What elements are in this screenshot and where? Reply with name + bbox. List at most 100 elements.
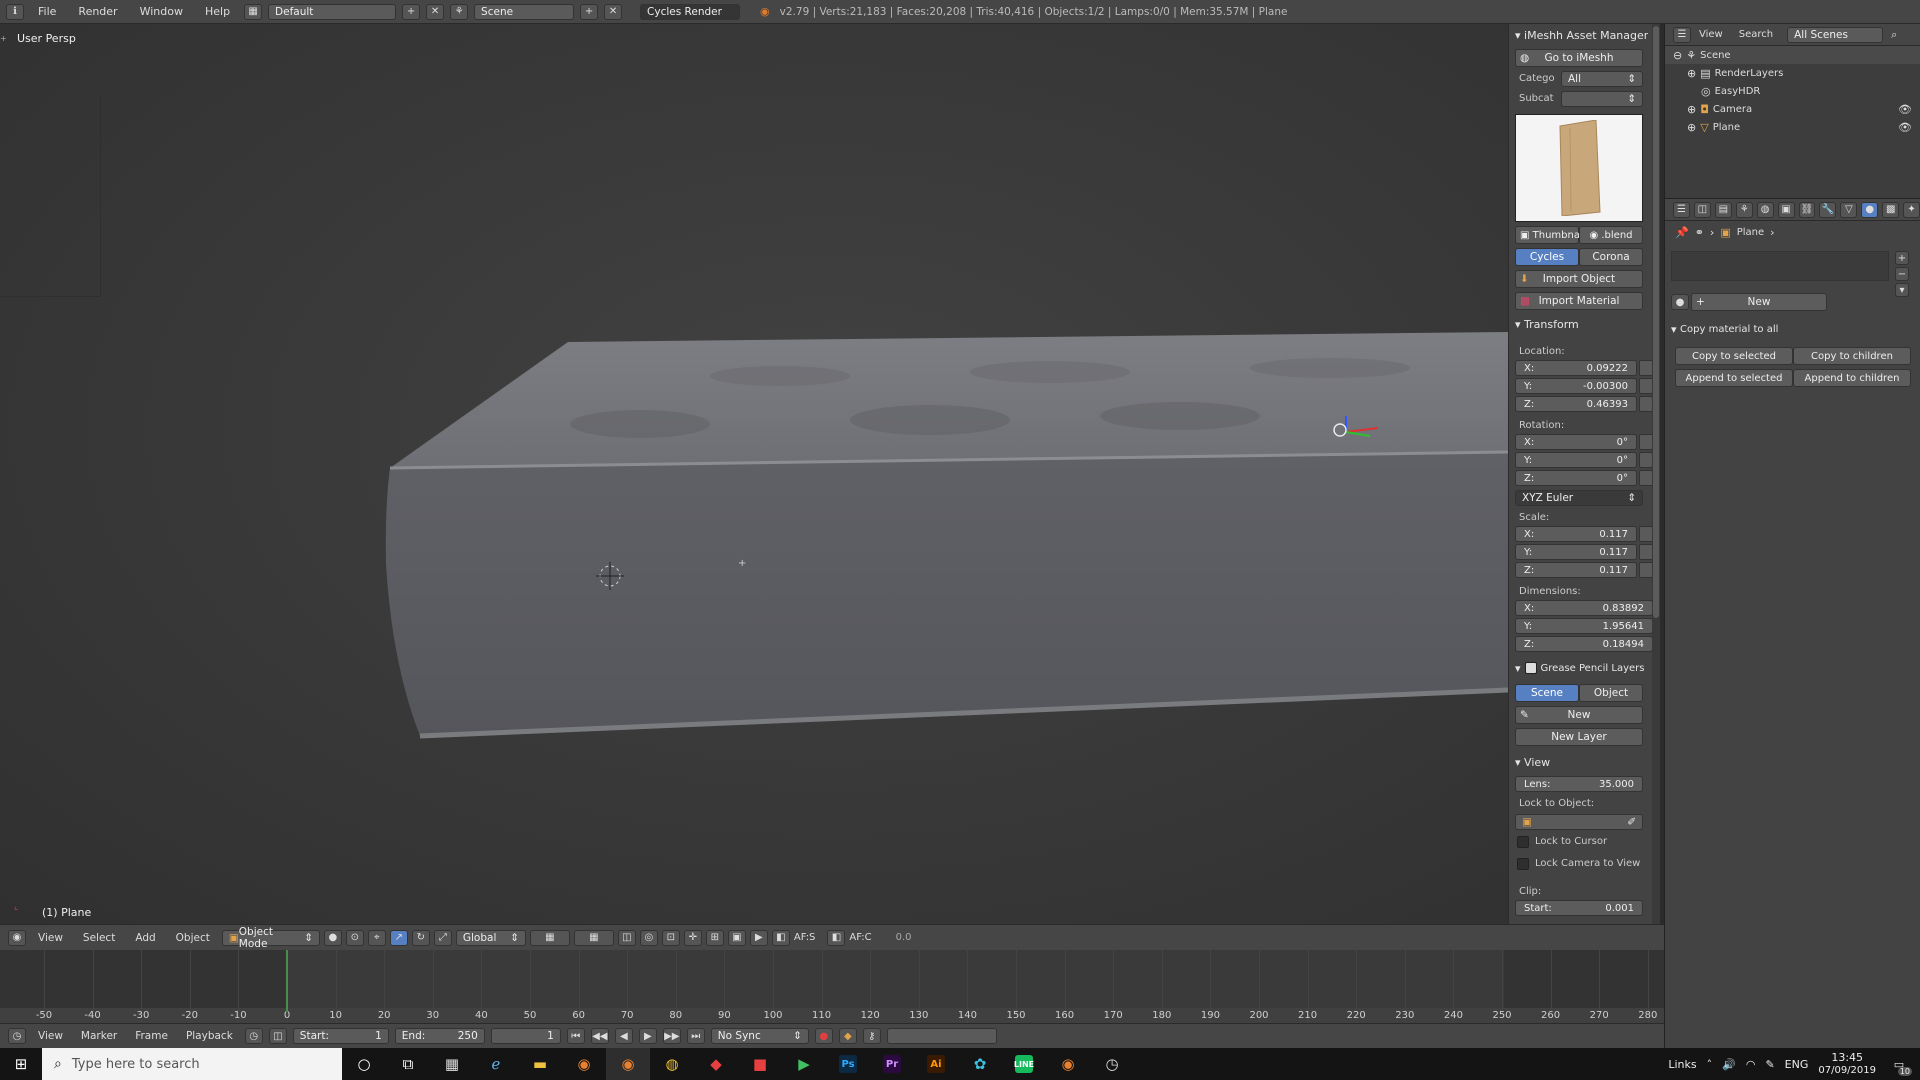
lock-icon[interactable]: [1639, 470, 1653, 486]
pivot-point-icon[interactable]: ⊙: [345, 929, 364, 946]
record-icon[interactable]: ●: [814, 1028, 833, 1044]
properties-editor-icon[interactable]: ☰: [1673, 201, 1690, 218]
calculator-icon[interactable]: ▦: [430, 1048, 474, 1080]
grease-new-button[interactable]: ✎ New: [1515, 706, 1643, 724]
grease-pencil-panel-header[interactable]: ▾ Grease Pencil Layers: [1509, 658, 1653, 678]
layer-lock-icon[interactable]: ◫: [617, 929, 636, 946]
copy-to-children-button[interactable]: Copy to children: [1793, 347, 1911, 365]
opengl-render-icon[interactable]: ▣: [727, 929, 746, 946]
lock-icon[interactable]: [1639, 562, 1653, 578]
current-frame-field[interactable]: 1: [490, 1028, 561, 1044]
blender-second-icon[interactable]: ◉: [1046, 1048, 1090, 1080]
play-reverse-icon[interactable]: ◀: [614, 1028, 633, 1044]
clip-start-field[interactable]: Start: 0.001: [1515, 900, 1643, 916]
remove-slot-icon[interactable]: −: [1895, 267, 1909, 281]
end-frame-field[interactable]: End: 250: [394, 1028, 485, 1044]
language-indicator[interactable]: ENG: [1785, 1058, 1809, 1071]
location-y-field[interactable]: Y: -0.00300: [1515, 378, 1637, 394]
side-panel-scrollbar[interactable]: [1652, 24, 1660, 924]
material-tab-icon[interactable]: ●: [1861, 201, 1879, 218]
transform-orientation-select[interactable]: Global ⇕: [455, 929, 526, 946]
media-player-icon[interactable]: ▶: [782, 1048, 826, 1080]
timeline-menu-marker[interactable]: Marker: [75, 1030, 123, 1042]
jump-end-icon[interactable]: ⏭: [686, 1028, 705, 1044]
cortana-icon[interactable]: ○: [342, 1048, 386, 1080]
blender-app-icon[interactable]: ◉: [562, 1048, 606, 1080]
timeline-menu-playback[interactable]: Playback: [180, 1030, 239, 1042]
outliner-item-camera[interactable]: ⊕ ◘ Camera 👁: [1665, 100, 1920, 118]
network-icon[interactable]: ◠: [1746, 1058, 1756, 1071]
visibility-eye-icon[interactable]: 👁: [1898, 121, 1912, 134]
layers-tab-icon[interactable]: ▤: [1714, 201, 1732, 218]
app-record-icon[interactable]: ■: [738, 1048, 782, 1080]
info-editor-icon[interactable]: ℹ: [6, 3, 24, 20]
cycles-tab[interactable]: Cycles: [1515, 248, 1579, 266]
manipulator-toggle-icon[interactable]: ⌖: [367, 929, 386, 946]
lock-icon[interactable]: [1639, 434, 1653, 450]
screen-layout-field[interactable]: Default: [268, 3, 397, 20]
outliner-display-select[interactable]: All Scenes: [1787, 26, 1884, 43]
keying-set-icon[interactable]: ◆: [838, 1028, 857, 1044]
menu-file[interactable]: File: [30, 5, 64, 18]
lock-camera-checkbox[interactable]: [1517, 858, 1529, 870]
sync-mode-select[interactable]: No Sync ⇕: [710, 1028, 809, 1044]
grease-scene-tab[interactable]: Scene: [1515, 684, 1579, 702]
layers-grid-icon[interactable]: ▦: [529, 929, 570, 946]
pin-icon[interactable]: 📌: [1675, 226, 1689, 239]
app-colorful-icon[interactable]: ✿: [958, 1048, 1002, 1080]
jump-start-icon[interactable]: ⏮: [566, 1028, 585, 1044]
playhead[interactable]: [286, 950, 288, 1012]
subcategory-select[interactable]: ⇕: [1561, 91, 1643, 107]
app-clock-icon[interactable]: ◷: [1090, 1048, 1134, 1080]
lock-icon[interactable]: [1639, 378, 1653, 394]
blend-button[interactable]: ◉ .blend: [1579, 226, 1643, 244]
volume-icon[interactable]: 🔊: [1722, 1058, 1736, 1071]
menu-render[interactable]: Render: [70, 5, 125, 18]
render-tab-icon[interactable]: ◫: [1693, 201, 1711, 218]
menu-window[interactable]: Window: [132, 5, 191, 18]
render-engine-select[interactable]: Cycles Render: [640, 3, 741, 20]
menu-add[interactable]: Add: [127, 932, 163, 944]
lock-cursor-checkbox[interactable]: [1517, 836, 1529, 848]
import-material-button[interactable]: ▩ Import Material: [1515, 292, 1643, 310]
start-frame-field[interactable]: Start: 1: [292, 1028, 389, 1044]
data-tab-icon[interactable]: ▽: [1840, 201, 1858, 218]
outliner-search-menu[interactable]: Search: [1739, 29, 1773, 40]
translate-manipulator-icon[interactable]: ↗: [389, 929, 408, 946]
goto-imeshh-button[interactable]: ◍ Go to iMeshh: [1515, 49, 1643, 67]
interaction-mode-select[interactable]: ▣ Object Mode ⇕: [221, 926, 320, 950]
menu-help[interactable]: Help: [197, 5, 238, 18]
imeshh-panel-header[interactable]: ▾ iMeshh Asset Manager: [1509, 24, 1652, 46]
lock-icon[interactable]: [1639, 396, 1653, 412]
notification-center-icon[interactable]: ▭ 10: [1886, 1052, 1912, 1076]
photoshop-icon[interactable]: Ps: [826, 1048, 870, 1080]
illustrator-icon[interactable]: Ai: [914, 1048, 958, 1080]
outliner-view-menu[interactable]: View: [1699, 29, 1723, 40]
line-app-icon[interactable]: LINE: [1002, 1048, 1046, 1080]
menu-view[interactable]: View: [30, 932, 71, 944]
rotation-mode-select[interactable]: XYZ Euler ⇕: [1515, 490, 1643, 506]
expand-icon[interactable]: ⊕: [1687, 103, 1696, 116]
task-view-icon[interactable]: ⧉: [386, 1048, 430, 1080]
taskbar-search-box[interactable]: ⌕ Type here to search: [42, 1048, 342, 1080]
prev-keyframe-icon[interactable]: ◀◀: [590, 1028, 609, 1044]
blender-active-icon[interactable]: ◉: [606, 1048, 650, 1080]
af-start-label[interactable]: AF:S: [794, 932, 816, 943]
keying-set-field[interactable]: [886, 1028, 997, 1044]
expand-icon[interactable]: ⊕: [1687, 67, 1696, 80]
expand-icon[interactable]: ⊖: [1673, 49, 1682, 62]
copy-to-selected-button[interactable]: Copy to selected: [1675, 347, 1793, 365]
outliner-item-easyhdr[interactable]: ◎ EasyHDR: [1665, 82, 1920, 100]
layers-grid-icon[interactable]: ▦: [573, 929, 614, 946]
snap-element-icon[interactable]: ✛: [683, 929, 702, 946]
timeline-editor-icon[interactable]: ◷: [8, 1028, 26, 1044]
material-new-button[interactable]: + New: [1691, 293, 1827, 311]
search-icon[interactable]: ⌕: [1891, 28, 1897, 42]
visibility-eye-icon[interactable]: 👁: [1898, 103, 1912, 116]
lens-field[interactable]: Lens: 35.000: [1515, 776, 1643, 792]
rotation-z-field[interactable]: Z: 0°: [1515, 470, 1637, 486]
rotation-x-field[interactable]: X: 0°: [1515, 434, 1637, 450]
scrollbar-thumb[interactable]: [1653, 26, 1659, 618]
screen-layout-icon[interactable]: ▦: [244, 3, 263, 20]
grease-pencil-checkbox[interactable]: [1524, 662, 1537, 674]
